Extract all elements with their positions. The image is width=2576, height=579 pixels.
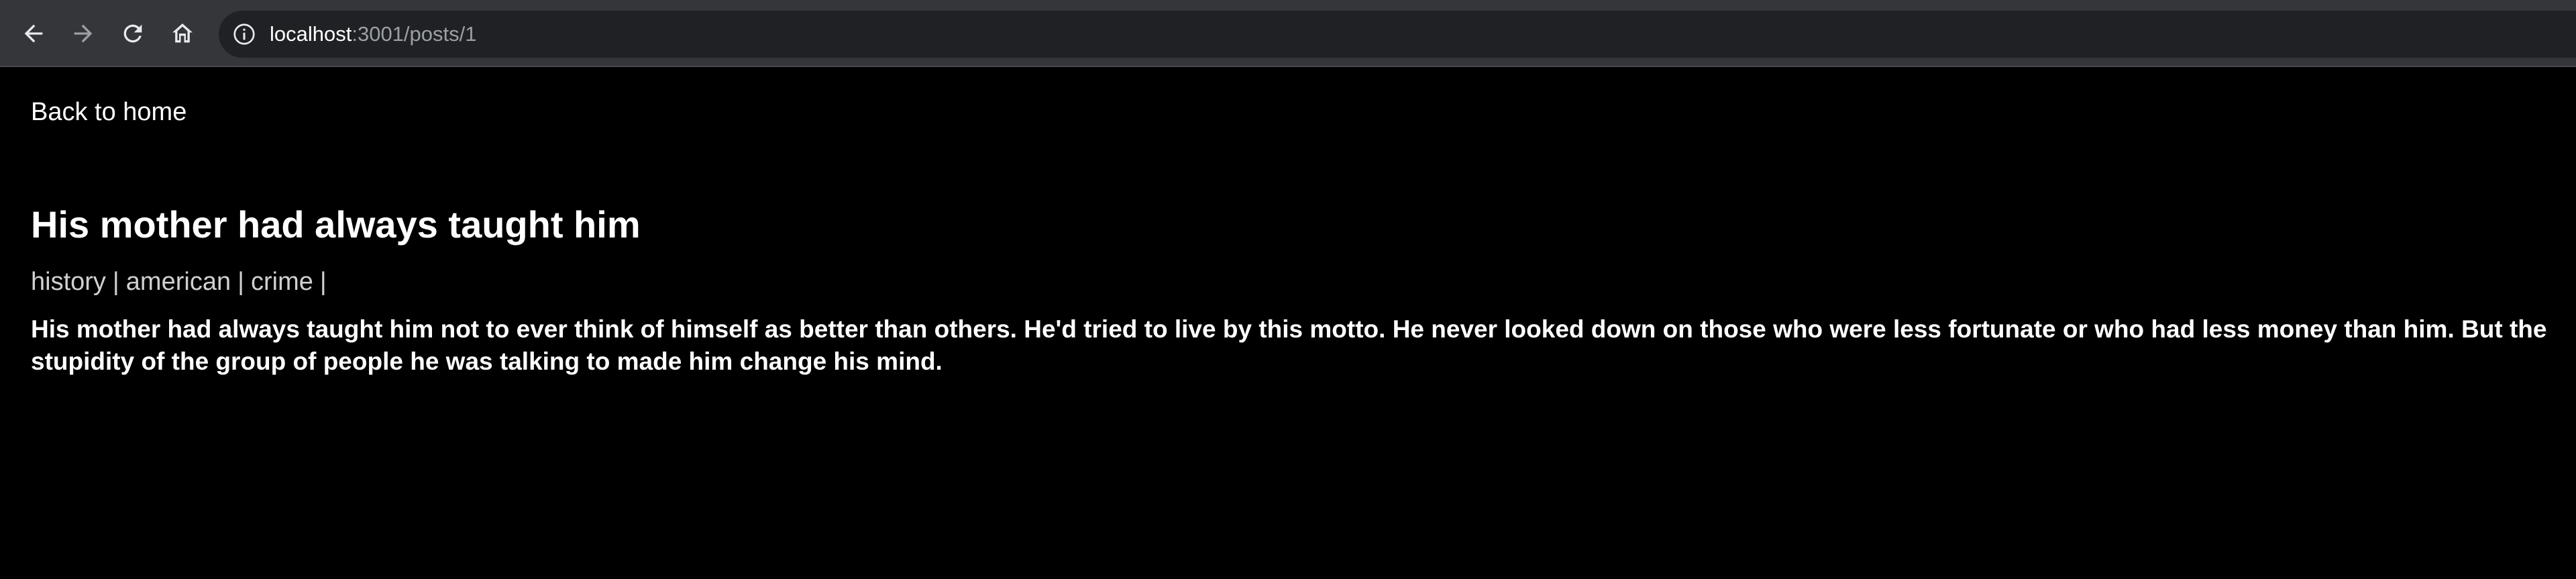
tag-separator: | (237, 268, 244, 296)
forward-button[interactable] (64, 15, 102, 52)
tag-history: history (31, 268, 106, 296)
url-host: localhost (270, 22, 352, 46)
post-body: His mother had always taught him not to … (31, 315, 2547, 375)
post-title: His mother had always taught him (31, 203, 641, 246)
reload-button[interactable] (114, 15, 152, 52)
address-bar[interactable]: localhost:3001/posts/1 (219, 11, 2576, 58)
forward-arrow-icon (74, 24, 93, 43)
url-text[interactable]: localhost:3001/posts/1 (270, 11, 477, 58)
tag-crime: crime (250, 268, 313, 296)
info-icon[interactable] (232, 22, 256, 46)
tag-separator: | (112, 268, 119, 296)
back-arrow-icon (24, 24, 43, 43)
browser-toolbar: localhost:3001/posts/1 (0, 0, 2576, 67)
post-tags: history | american | crime | (31, 268, 327, 297)
url-path: :3001/posts/1 (352, 22, 477, 46)
back-button[interactable] (15, 15, 52, 52)
back-to-home-link[interactable]: Back to home (31, 98, 186, 127)
home-icon (172, 23, 193, 43)
home-button[interactable] (164, 15, 201, 52)
tag-american: american (125, 268, 231, 296)
reload-icon (123, 24, 142, 43)
tag-separator: | (319, 268, 327, 296)
